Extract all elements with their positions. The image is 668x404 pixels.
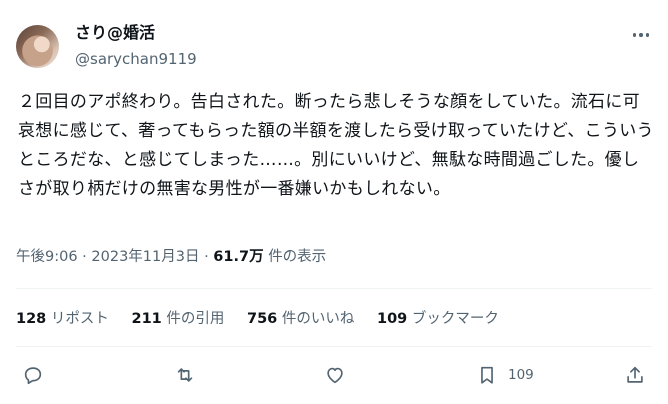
more-options-icon[interactable] <box>628 24 654 46</box>
bookmark-icon <box>481 366 493 384</box>
divider <box>16 346 652 347</box>
heart-icon <box>327 367 343 384</box>
reposts-label: リポスト <box>50 311 109 327</box>
bookmark-count: 109 <box>508 367 534 383</box>
engagement-stats: 128 リポスト 211 件の引用 756 件のいいね 109 ブックマーク <box>16 308 517 330</box>
repost-icon <box>177 368 193 382</box>
quotes-count: 211 <box>131 311 162 327</box>
tweet-text: ２回目のアポ終わり。告白された。断ったら悲しそうな顔をしていた。流石に可哀想に感… <box>18 92 654 199</box>
share-button[interactable] <box>624 362 646 388</box>
bookmarks-label: ブックマーク <box>411 311 499 327</box>
likes-label: 件のいいね <box>281 311 355 327</box>
view-count: 61.7万 <box>213 249 264 265</box>
reposts-stat[interactable]: 128 リポスト <box>16 308 109 330</box>
tweet-date[interactable]: 2023年11月3日 <box>91 249 199 265</box>
user-handle[interactable]: @sarychan9119 <box>75 49 197 69</box>
reply-icon <box>24 367 42 385</box>
divider <box>16 288 652 289</box>
quotes-label: 件の引用 <box>166 311 225 327</box>
display-name[interactable]: さり@婚活 <box>75 23 155 43</box>
quotes-stat[interactable]: 211 件の引用 <box>132 308 225 330</box>
likes-count: 756 <box>247 311 278 327</box>
bookmark-button[interactable]: 109 <box>476 362 534 388</box>
action-bar: 109 <box>0 360 668 390</box>
meta-separator: · <box>204 249 209 265</box>
tweet-meta: 午後9:06 · 2023年11月3日 · 61.7万 件の表示 <box>16 246 326 268</box>
meta-separator: · <box>82 249 87 265</box>
repost-button[interactable] <box>174 362 196 388</box>
tweet-time[interactable]: 午後9:06 <box>16 249 78 265</box>
like-button[interactable] <box>324 362 346 388</box>
share-icon <box>627 366 643 383</box>
reply-button[interactable] <box>22 362 44 388</box>
likes-stat[interactable]: 756 件のいいね <box>247 308 354 330</box>
reposts-count: 128 <box>16 311 47 327</box>
view-label: 件の表示 <box>268 249 327 265</box>
bookmarks-stat[interactable]: 109 ブックマーク <box>377 308 499 330</box>
tweet-card: さり@婚活 @sarychan9119 ２回目のアポ終わり。告白された。断ったら… <box>0 0 668 404</box>
avatar[interactable] <box>16 25 59 68</box>
bookmarks-count: 109 <box>377 311 408 327</box>
